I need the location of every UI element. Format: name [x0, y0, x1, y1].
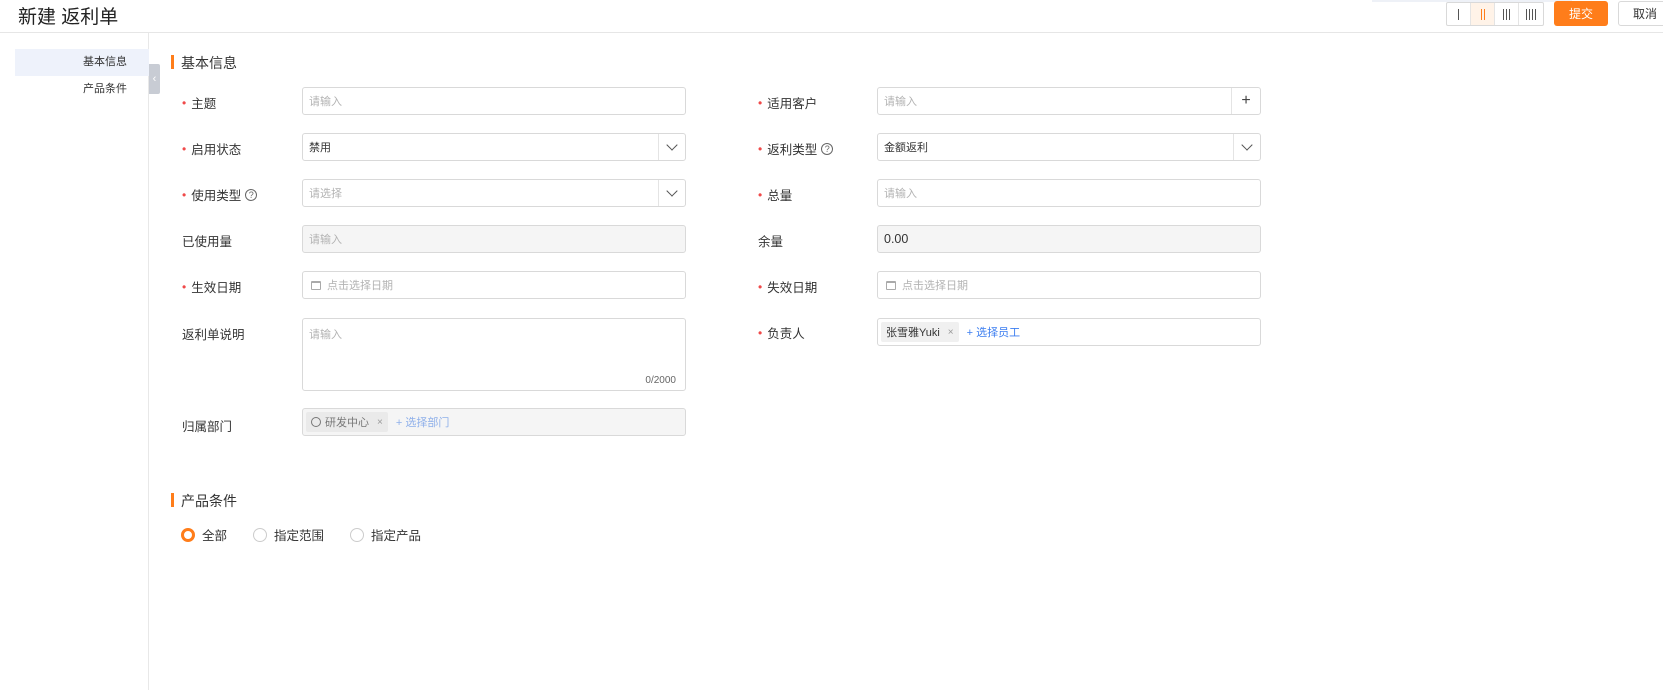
column-layout-switcher — [1446, 2, 1544, 26]
submit-button[interactable]: 提交 — [1554, 1, 1608, 26]
department-label: 归属部门 — [182, 420, 233, 434]
section-nav-sidebar: 基本信息 产品条件 — [0, 33, 149, 690]
help-icon[interactable]: ? — [245, 188, 258, 201]
owner-label: • 负责人 — [758, 325, 805, 342]
four-column-icon — [1526, 8, 1536, 20]
calendar-icon — [311, 280, 321, 290]
description-label: 返利单说明 — [182, 328, 245, 342]
sidebar-item-product-conditions[interactable]: 产品条件 — [15, 76, 149, 103]
subject-label: • 主题 — [182, 95, 217, 112]
used-input: 请输入 — [302, 225, 686, 253]
radio-specified-range[interactable]: 指定范围 — [253, 525, 324, 544]
required-marker: • — [758, 95, 763, 110]
radio-unchecked-icon — [350, 527, 364, 542]
remaining-input: 0.00 — [877, 225, 1261, 253]
two-column-icon — [1480, 8, 1485, 20]
radio-all[interactable]: 全部 — [181, 525, 227, 544]
four-column-layout-button[interactable] — [1519, 3, 1543, 25]
status-select[interactable]: 禁用 — [302, 133, 686, 161]
collapse-sidebar-button[interactable]: ‹ — [149, 64, 160, 94]
rebate-type-label: • 返利类型? — [758, 139, 834, 158]
one-column-layout-button[interactable] — [1447, 3, 1471, 25]
three-column-layout-button[interactable] — [1495, 3, 1519, 25]
help-icon[interactable]: ? — [821, 142, 834, 155]
radio-specified-product[interactable]: 指定产品 — [350, 525, 421, 544]
chevron-down-icon — [1233, 134, 1260, 160]
required-marker: • — [182, 141, 187, 156]
remaining-label: 余量 — [758, 235, 784, 249]
total-label: • 总量 — [758, 187, 793, 204]
required-marker: • — [758, 279, 763, 294]
description-textarea[interactable]: 请输入 0/2000 — [302, 318, 686, 391]
page-title: 新建 返利单 — [18, 7, 119, 28]
remove-department-icon[interactable]: × — [377, 417, 383, 428]
required-marker: • — [758, 141, 763, 156]
circle-icon — [311, 417, 321, 427]
department-tag: 研发中心 × — [306, 412, 388, 432]
department-selector: 研发中心 × + 选择部门 — [302, 408, 686, 436]
required-marker: • — [182, 279, 187, 294]
total-input[interactable]: 请输入 — [877, 179, 1261, 207]
customer-input[interactable]: 请输入 + — [877, 87, 1261, 115]
required-marker: • — [182, 95, 187, 110]
required-marker: • — [758, 187, 763, 202]
three-column-icon — [1503, 8, 1510, 20]
chevron-down-icon — [658, 134, 685, 160]
subject-input[interactable]: 请输入 — [302, 87, 686, 115]
remove-owner-icon[interactable]: × — [948, 327, 954, 338]
one-column-icon — [1458, 8, 1459, 20]
start-date-picker[interactable]: 点击选择日期 — [302, 271, 686, 299]
rebate-type-select[interactable]: 金额返利 — [877, 133, 1261, 161]
end-date-label: • 失效日期 — [758, 279, 818, 296]
required-marker: • — [758, 325, 763, 340]
section-title-basic-info: 基本信息 — [171, 53, 237, 73]
usage-type-label: • 使用类型? — [182, 185, 258, 204]
chevron-left-icon: ‹ — [152, 73, 157, 85]
radio-unchecked-icon — [253, 527, 267, 542]
char-counter: 0/2000 — [645, 375, 676, 386]
select-department-link[interactable]: + 选择部门 — [396, 414, 449, 430]
required-marker: • — [182, 187, 187, 202]
add-customer-button[interactable]: + — [1231, 88, 1260, 114]
start-date-label: • 生效日期 — [182, 279, 242, 296]
owner-tag: 张雪雅Yuki × — [881, 322, 959, 342]
usage-type-select[interactable]: 请选择 — [302, 179, 686, 207]
cancel-button[interactable]: 取消 — [1618, 1, 1663, 26]
end-date-picker[interactable]: 点击选择日期 — [877, 271, 1261, 299]
customer-label: • 适用客户 — [758, 95, 818, 112]
top-bar: 新建 返利单 提交 取消 — [0, 0, 1663, 33]
used-label: 已使用量 — [182, 235, 233, 249]
section-title-product-conditions: 产品条件 — [171, 491, 237, 511]
radio-checked-icon — [181, 527, 195, 542]
status-label: • 启用状态 — [182, 141, 242, 158]
select-employee-link[interactable]: + 选择员工 — [967, 324, 1020, 340]
plus-icon: + — [1241, 92, 1251, 109]
two-column-layout-button[interactable] — [1471, 3, 1495, 25]
owner-selector: 张雪雅Yuki × + 选择员工 — [877, 318, 1261, 346]
calendar-icon — [886, 280, 896, 290]
chevron-down-icon — [658, 180, 685, 206]
sidebar-item-basic-info[interactable]: 基本信息 — [15, 49, 149, 76]
